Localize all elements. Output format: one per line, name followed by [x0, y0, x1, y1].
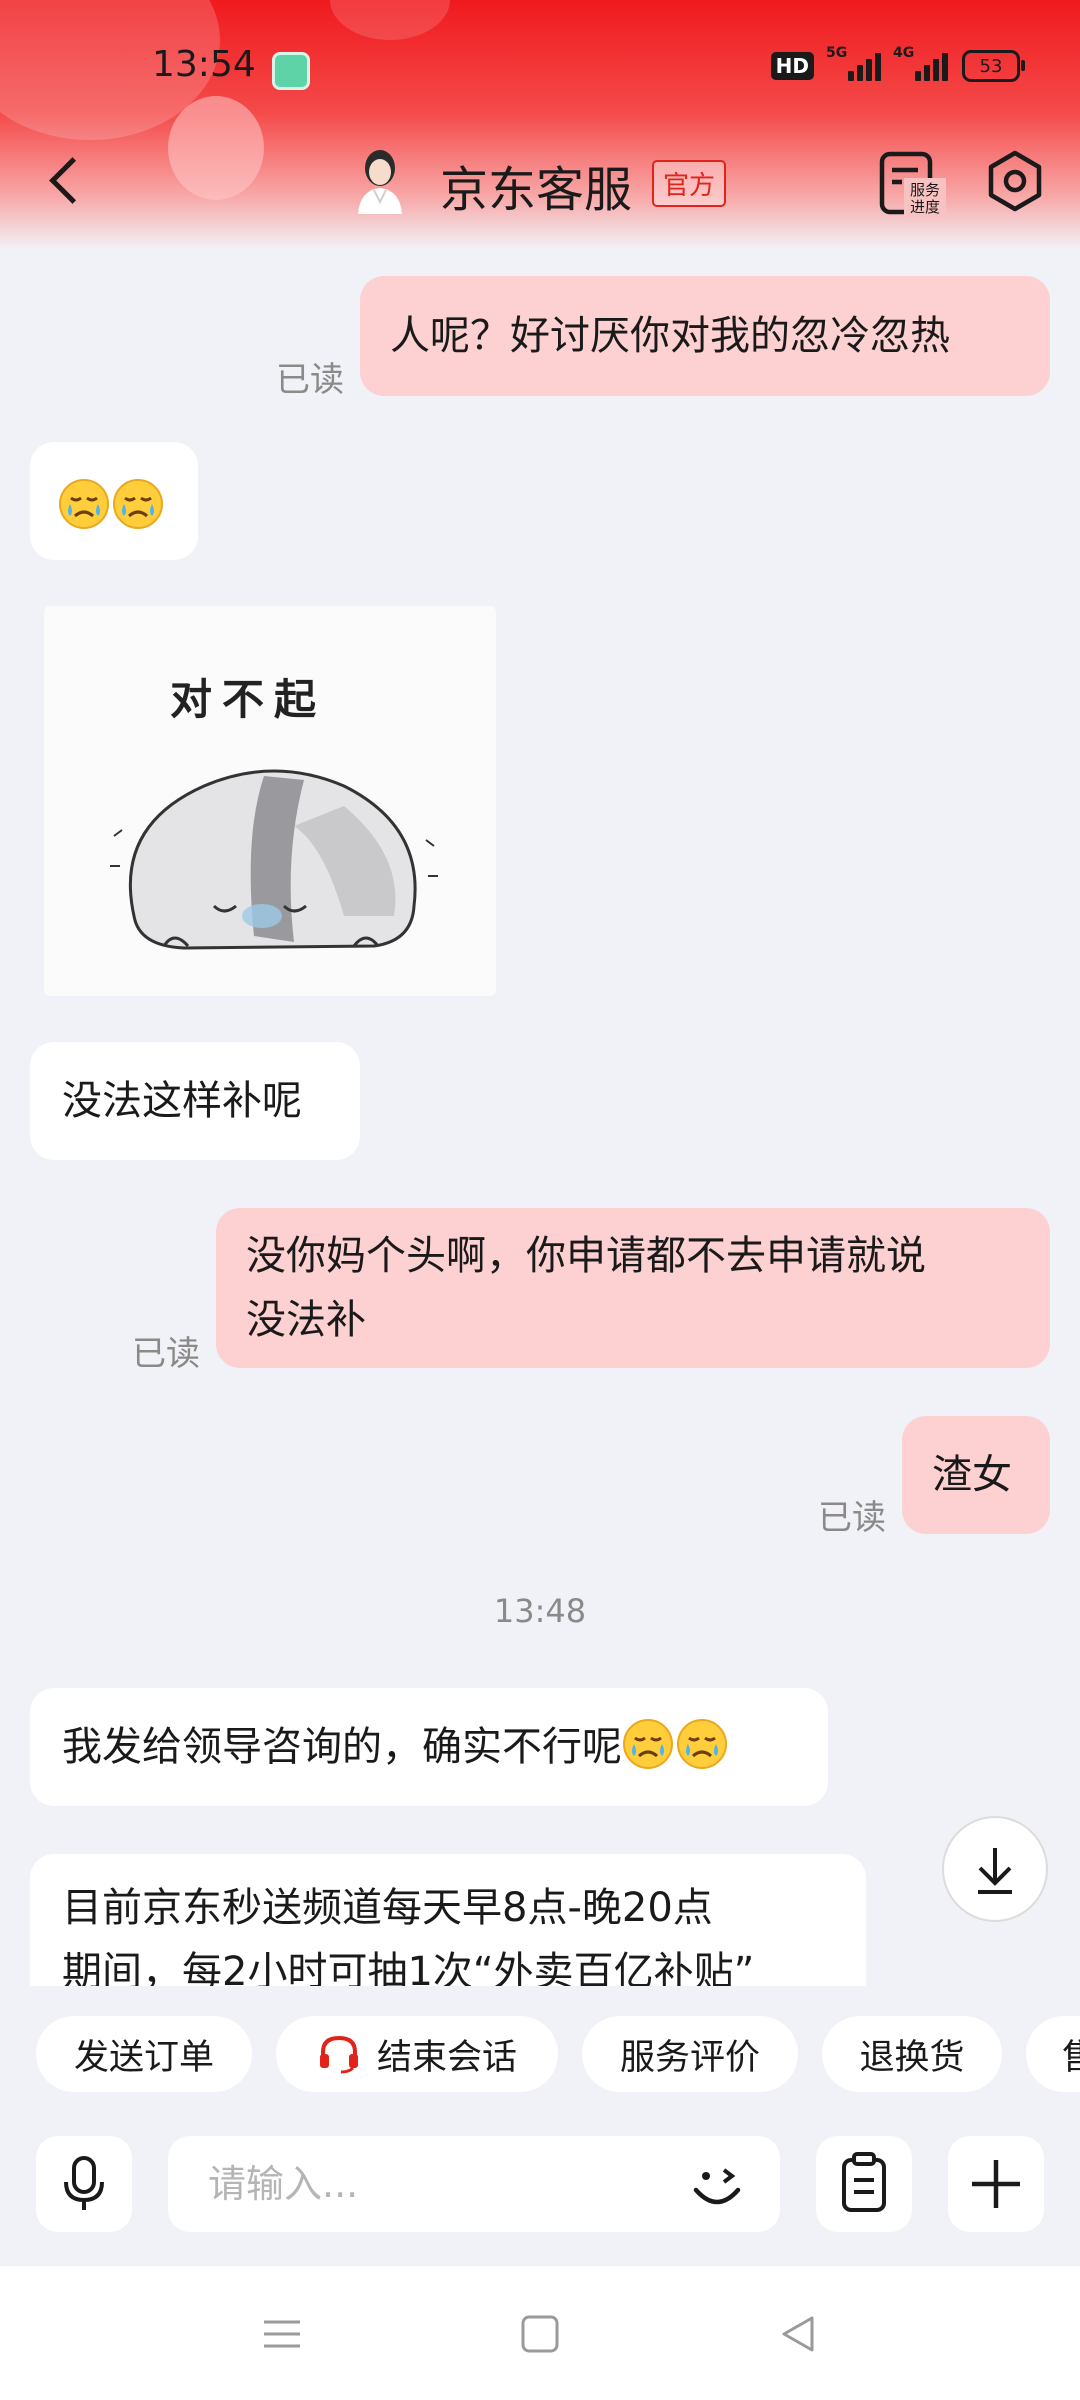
sad-crying-emoji-icon [113, 479, 163, 529]
clipboard-icon [842, 2152, 886, 2212]
chat-title: 京东客服 [440, 162, 633, 218]
home-icon[interactable] [514, 2308, 566, 2360]
chevron-left-icon [49, 157, 96, 204]
svg-text:服务: 服务 [910, 181, 940, 199]
agent-message-bubble[interactable]: 没法这样补呢 [30, 1042, 360, 1160]
agent-message-bubble[interactable]: 目前京东秒送频道每天早8点-晚20点 期间，每2小时可抽1次“外卖百亿补贴” [30, 1854, 866, 1986]
hd-voice-icon: HD [770, 52, 814, 80]
plus-icon [972, 2160, 1020, 2208]
status-icons: HD 5G 4G 53 [770, 45, 1025, 82]
notification-app-icon [272, 52, 310, 90]
read-receipt: 已读 [132, 1334, 200, 1374]
chat-timestamp: 13:48 [493, 1592, 587, 1630]
read-receipt: 已读 [276, 360, 344, 400]
signal-5g-icon: 5G [826, 45, 881, 81]
message-viewport-clip: 目前京东秒送频道每天早8点-晚20点 期间，每2小时可抽1次“外卖百亿补贴” [0, 1852, 1080, 1986]
quick-phrases-button[interactable] [816, 2136, 912, 2232]
menu-icon[interactable] [256, 2308, 308, 2360]
message-line: 没你妈个头啊，你申请都不去申请就说 [246, 1233, 926, 1279]
headset-icon [319, 2035, 358, 2074]
scroll-to-bottom-button[interactable] [942, 1816, 1048, 1922]
message-composer [0, 2136, 1080, 2266]
more-actions-button[interactable] [948, 2136, 1044, 2232]
microphone-icon [64, 2156, 104, 2210]
arrow-down-icon [978, 1848, 1012, 1894]
official-badge: 官方 [652, 160, 727, 207]
settings-icon[interactable] [984, 150, 1046, 212]
agent-avatar [358, 150, 402, 214]
sad-crying-emoji-icon [677, 1719, 727, 1769]
message-line: 期间，每2小时可抽1次“外卖百亿补贴” [62, 1949, 755, 1986]
back-triangle-icon[interactable] [772, 2308, 824, 2360]
return-exchange-chip[interactable]: 退换货 [822, 2016, 1002, 2092]
battery-icon: 53 [962, 50, 1025, 82]
message-line: 没法补 [246, 1297, 366, 1343]
service-progress-icon[interactable]: 服务 进度 [878, 150, 948, 220]
voice-input-button[interactable] [36, 2136, 132, 2232]
agent-emoji-message[interactable] [30, 442, 198, 560]
sticker-image[interactable]: 对不起 [44, 606, 496, 996]
read-receipt: 已读 [818, 1498, 886, 1538]
signal-4g-icon: 4G [893, 45, 948, 81]
svg-text:进度: 进度 [910, 198, 940, 216]
sad-crying-emoji-icon [59, 479, 109, 529]
quick-reply-bar: 发送订单 结束会话 服务评价 退换货 售 [0, 1986, 1080, 2136]
my-message-bubble[interactable]: 渣女 [902, 1416, 1050, 1534]
system-navigation-bar [0, 2266, 1080, 2400]
message-line: 目前京东秒送频道每天早8点-晚20点 [62, 1885, 713, 1931]
header-decoration [168, 96, 264, 200]
my-message-bubble[interactable]: 没你妈个头啊，你申请都不去申请就说 没法补 [216, 1208, 1050, 1368]
crying-hamster-illustration [110, 769, 438, 950]
send-order-chip[interactable]: 发送订单 [36, 2016, 252, 2092]
agent-message-bubble[interactable]: 我发给领导咨询的，确实不行呢 [30, 1688, 828, 1806]
service-rating-chip[interactable]: 服务评价 [582, 2016, 798, 2092]
emoji-picker-icon[interactable] [686, 2154, 748, 2216]
status-time: 13:54 [152, 44, 256, 85]
message-text: 我发给领导咨询的，确实不行呢 [62, 1724, 622, 1770]
my-message-bubble[interactable]: 人呢？好讨厌你对我的忽冷忽热 [360, 276, 1050, 396]
after-sales-chip[interactable]: 售 [1026, 2016, 1080, 2092]
header-decoration [330, 0, 450, 40]
chat-header: 13:54 HD 5G 4G 53 京东客服 官方 服务 进度 [0, 0, 1080, 250]
back-button[interactable] [44, 150, 96, 210]
sad-crying-emoji-icon [623, 1719, 673, 1769]
end-session-chip[interactable]: 结束会话 [276, 2016, 558, 2092]
end-session-label: 结束会话 [376, 2037, 517, 2078]
